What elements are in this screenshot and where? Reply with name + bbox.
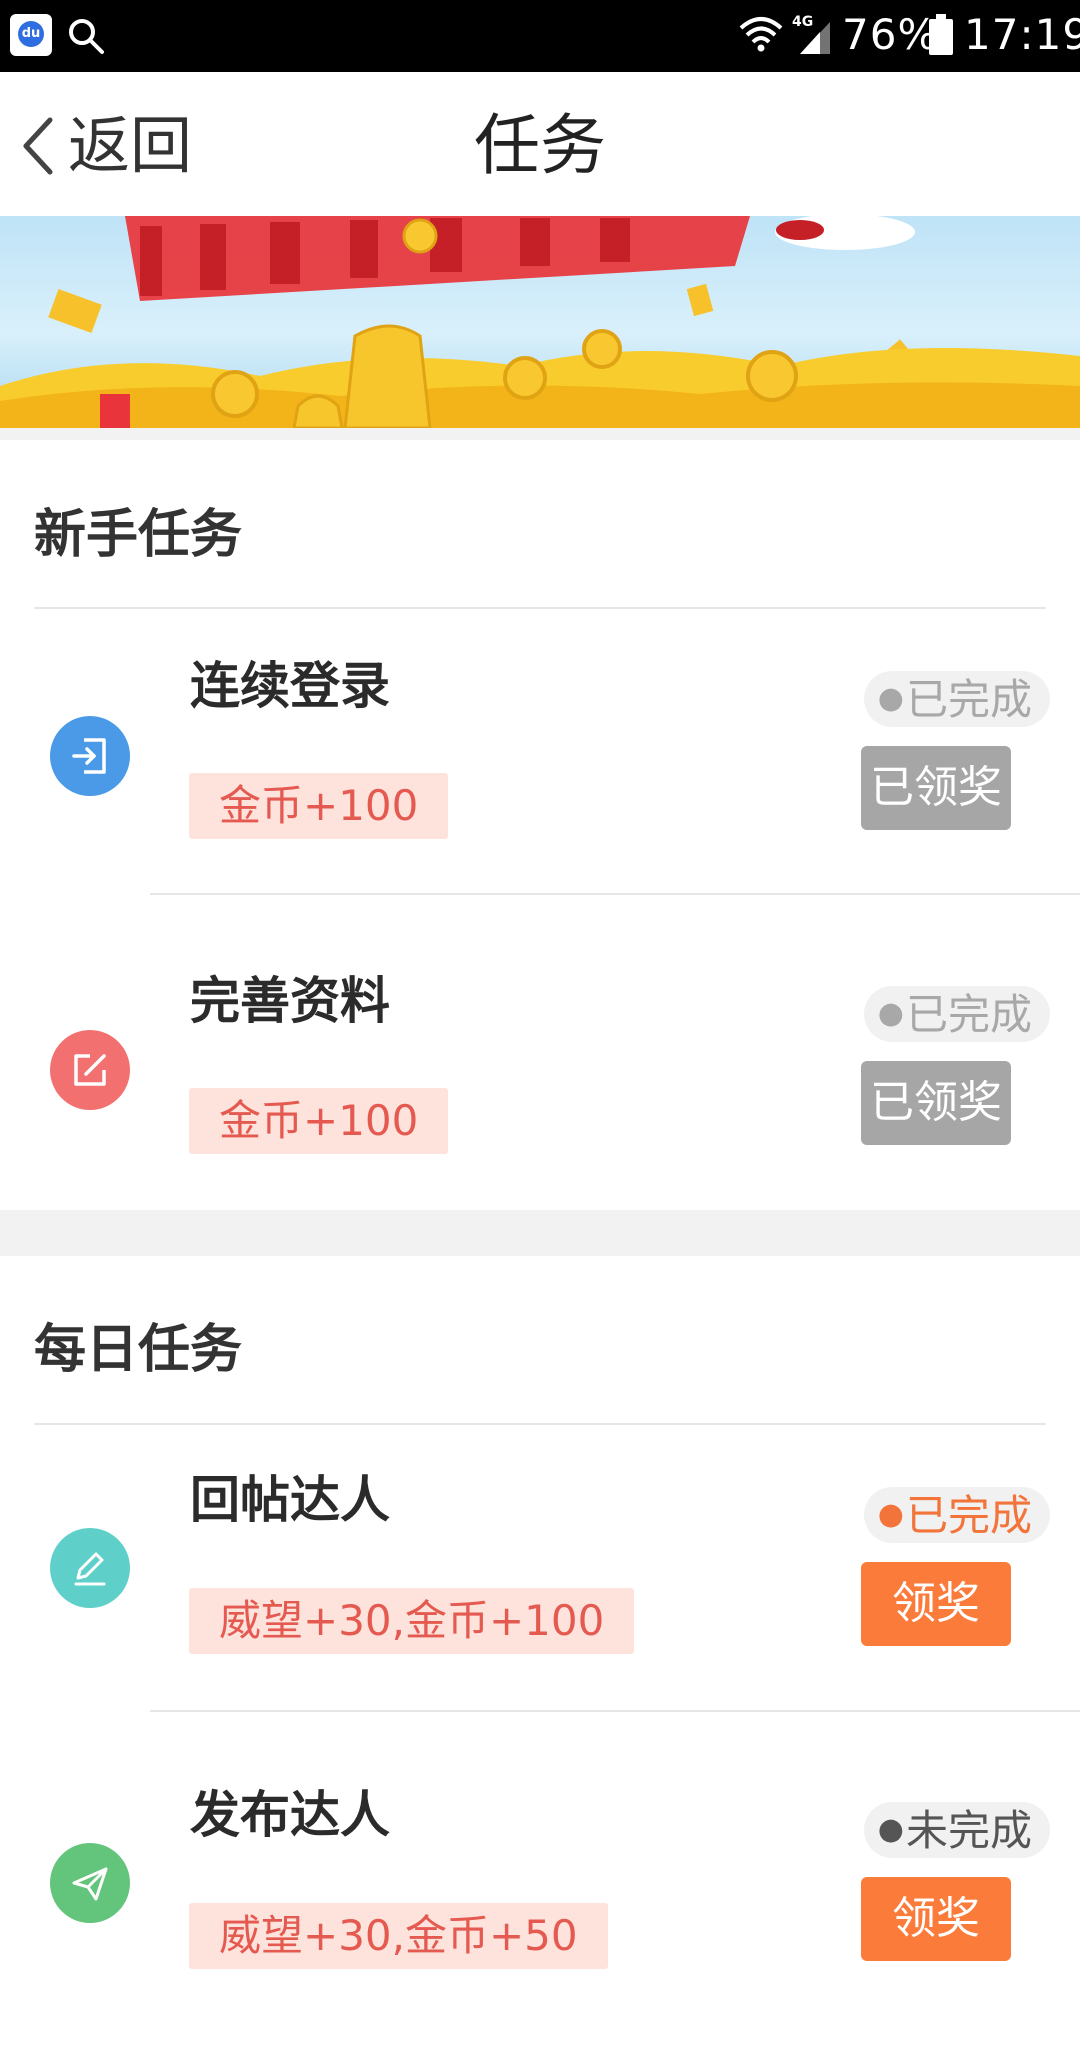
status-badge: ●已完成: [863, 986, 1050, 1042]
page-title: 任务: [474, 107, 606, 184]
status-dot: ●: [877, 681, 904, 716]
baidu-app-icon: du: [10, 14, 52, 56]
task-name: 完善资料: [190, 972, 390, 1030]
task-name: 回帖达人: [190, 1471, 390, 1529]
divider: [0, 428, 1080, 440]
status-bar: du 4G 76% 17:19: [0, 0, 1080, 72]
reward-badge: 金币+100: [189, 773, 449, 839]
status-text: 未完成: [905, 1806, 1032, 1855]
task-name: 连续登录: [190, 657, 390, 715]
banner-artwork: [0, 216, 1080, 428]
clock: 17:19: [964, 10, 1080, 59]
reward-badge: 威望+30,金币+100: [189, 1588, 635, 1654]
section-title: 新手任务: [34, 505, 243, 565]
claim-reward-button[interactable]: 领奖: [861, 1562, 1011, 1646]
reward-badge: 威望+30,金币+50: [189, 1903, 608, 1969]
status-dot: ●: [877, 996, 904, 1031]
promo-banner[interactable]: [0, 216, 1080, 428]
claimed-button[interactable]: 已领奖: [861, 746, 1011, 830]
status-text: 已完成: [905, 675, 1032, 724]
task-row[interactable]: 发布达人 威望+30,金币+50 ●未完成 领奖: [0, 1740, 1080, 2054]
claim-reward-button[interactable]: 领奖: [861, 1877, 1011, 1961]
nav-bar: 返回 任务: [0, 72, 1080, 216]
signal-icon: [800, 22, 830, 54]
status-dot: ●: [877, 1812, 904, 1847]
battery-icon: [929, 14, 953, 55]
pen-icon: [50, 1528, 130, 1608]
claimed-button[interactable]: 已领奖: [861, 1061, 1011, 1145]
battery-percent: 76%: [842, 10, 939, 59]
status-badge: ●未完成: [863, 1802, 1050, 1858]
status-text: 已完成: [905, 1491, 1032, 1540]
send-icon: [50, 1843, 130, 1923]
task-row[interactable]: 连续登录 金币+100 ●已完成 已领奖: [0, 609, 1080, 923]
reward-badge: 金币+100: [189, 1088, 449, 1154]
wifi-icon: [739, 17, 783, 52]
status-badge: ●已完成: [863, 671, 1050, 727]
divider: [0, 1210, 1080, 1256]
status-text: 已完成: [905, 990, 1032, 1039]
status-dot: ●: [877, 1497, 904, 1532]
section-title: 每日任务: [34, 1320, 243, 1380]
task-row[interactable]: 完善资料 金币+100 ●已完成 已领奖: [0, 924, 1080, 1238]
login-icon: [50, 716, 130, 796]
edit-icon: [50, 1030, 130, 1110]
task-name: 发布达人: [190, 1786, 390, 1844]
task-row[interactable]: 回帖达人 威望+30,金币+100 ●已完成 领奖: [0, 1425, 1080, 1739]
divider: [150, 893, 1080, 895]
divider: [150, 1710, 1080, 1712]
status-badge: ●已完成: [863, 1487, 1050, 1543]
search-icon: [69, 19, 104, 54]
